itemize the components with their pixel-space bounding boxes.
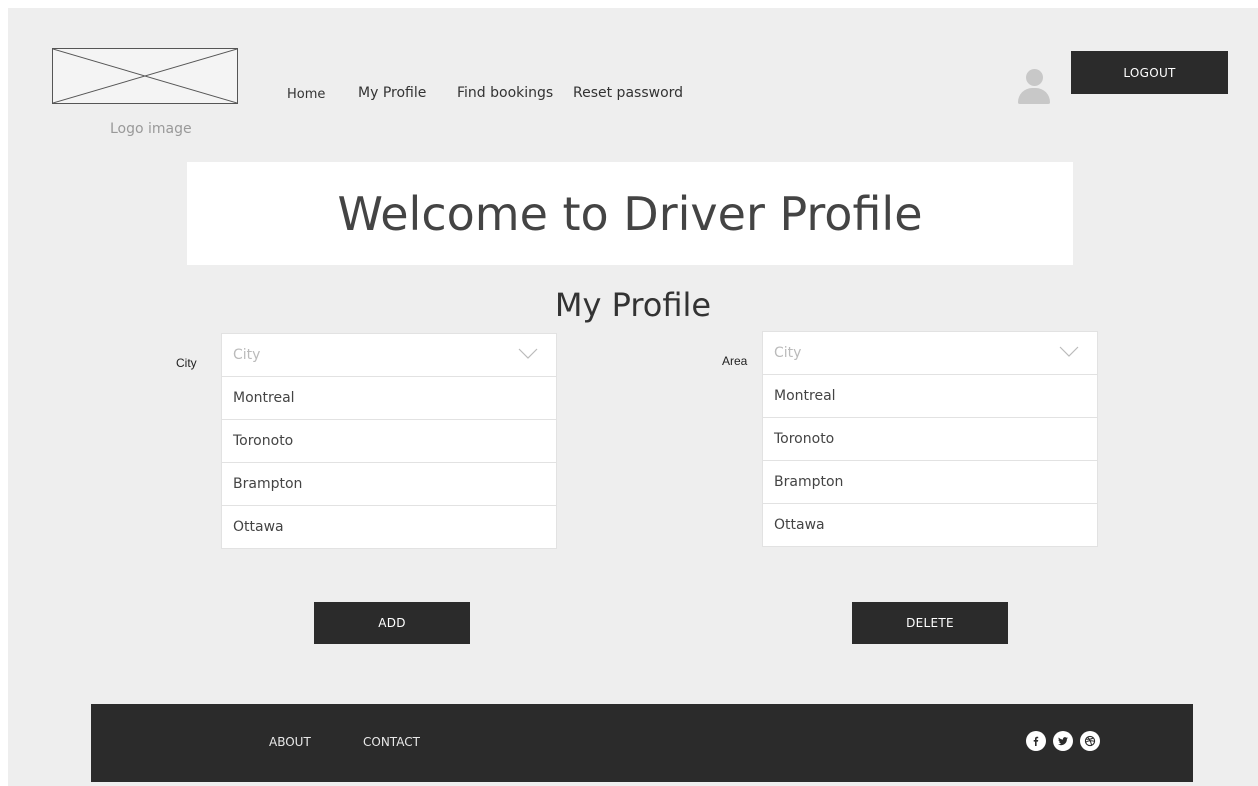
city-option[interactable]: Toronoto xyxy=(221,420,557,463)
facebook-icon[interactable] xyxy=(1026,731,1046,751)
logo-image-placeholder[interactable] xyxy=(52,48,238,104)
welcome-title: Welcome to Driver Profile xyxy=(337,186,923,241)
city-option[interactable]: Brampton xyxy=(221,463,557,506)
add-button[interactable]: ADD xyxy=(314,602,470,644)
nav-item-home[interactable]: Home xyxy=(287,87,325,102)
user-avatar-icon[interactable] xyxy=(1018,68,1050,104)
chevron-down-icon xyxy=(518,348,538,359)
nav-item-reset-password[interactable]: Reset password xyxy=(573,85,683,101)
dribbble-glyph xyxy=(1084,735,1096,747)
nav-item-my-profile[interactable]: My Profile xyxy=(358,85,426,101)
delete-button[interactable]: DELETE xyxy=(852,602,1008,644)
footer: ABOUT CONTACT xyxy=(91,704,1193,782)
city-dropdown: City Montreal Toronoto Brampton Ottawa xyxy=(221,333,557,549)
footer-link-about[interactable]: ABOUT xyxy=(269,735,311,749)
city-option[interactable]: Ottawa xyxy=(221,506,557,549)
facebook-glyph xyxy=(1033,736,1039,746)
area-dropdown: City Montreal Toronoto Brampton Ottawa xyxy=(762,331,1098,547)
area-label: Area xyxy=(722,354,748,368)
page-canvas: Logo image Home My Profile Find bookings… xyxy=(8,8,1258,786)
avatar-head xyxy=(1026,69,1043,86)
avatar-body xyxy=(1018,88,1050,104)
area-select-placeholder: City xyxy=(774,345,802,361)
city-select-placeholder: City xyxy=(233,347,261,363)
image-placeholder-icon xyxy=(53,49,237,103)
twitter-icon[interactable] xyxy=(1053,731,1073,751)
city-label: City xyxy=(176,356,197,370)
twitter-glyph xyxy=(1058,737,1068,746)
chevron-down-icon xyxy=(1059,346,1079,357)
city-option[interactable]: Montreal xyxy=(221,377,557,420)
dribbble-icon[interactable] xyxy=(1080,731,1100,751)
nav-item-find-bookings[interactable]: Find bookings xyxy=(457,85,553,101)
area-option[interactable]: Montreal xyxy=(762,375,1098,418)
area-option[interactable]: Ottawa xyxy=(762,504,1098,547)
area-select[interactable]: City xyxy=(762,331,1098,375)
welcome-banner: Welcome to Driver Profile xyxy=(187,162,1073,265)
area-option[interactable]: Brampton xyxy=(762,461,1098,504)
city-select[interactable]: City xyxy=(221,333,557,377)
section-title: My Profile xyxy=(554,286,712,324)
footer-link-contact[interactable]: CONTACT xyxy=(363,735,420,749)
logo-caption: Logo image xyxy=(110,121,192,137)
logout-button[interactable]: LOGOUT xyxy=(1071,51,1228,94)
area-option[interactable]: Toronoto xyxy=(762,418,1098,461)
